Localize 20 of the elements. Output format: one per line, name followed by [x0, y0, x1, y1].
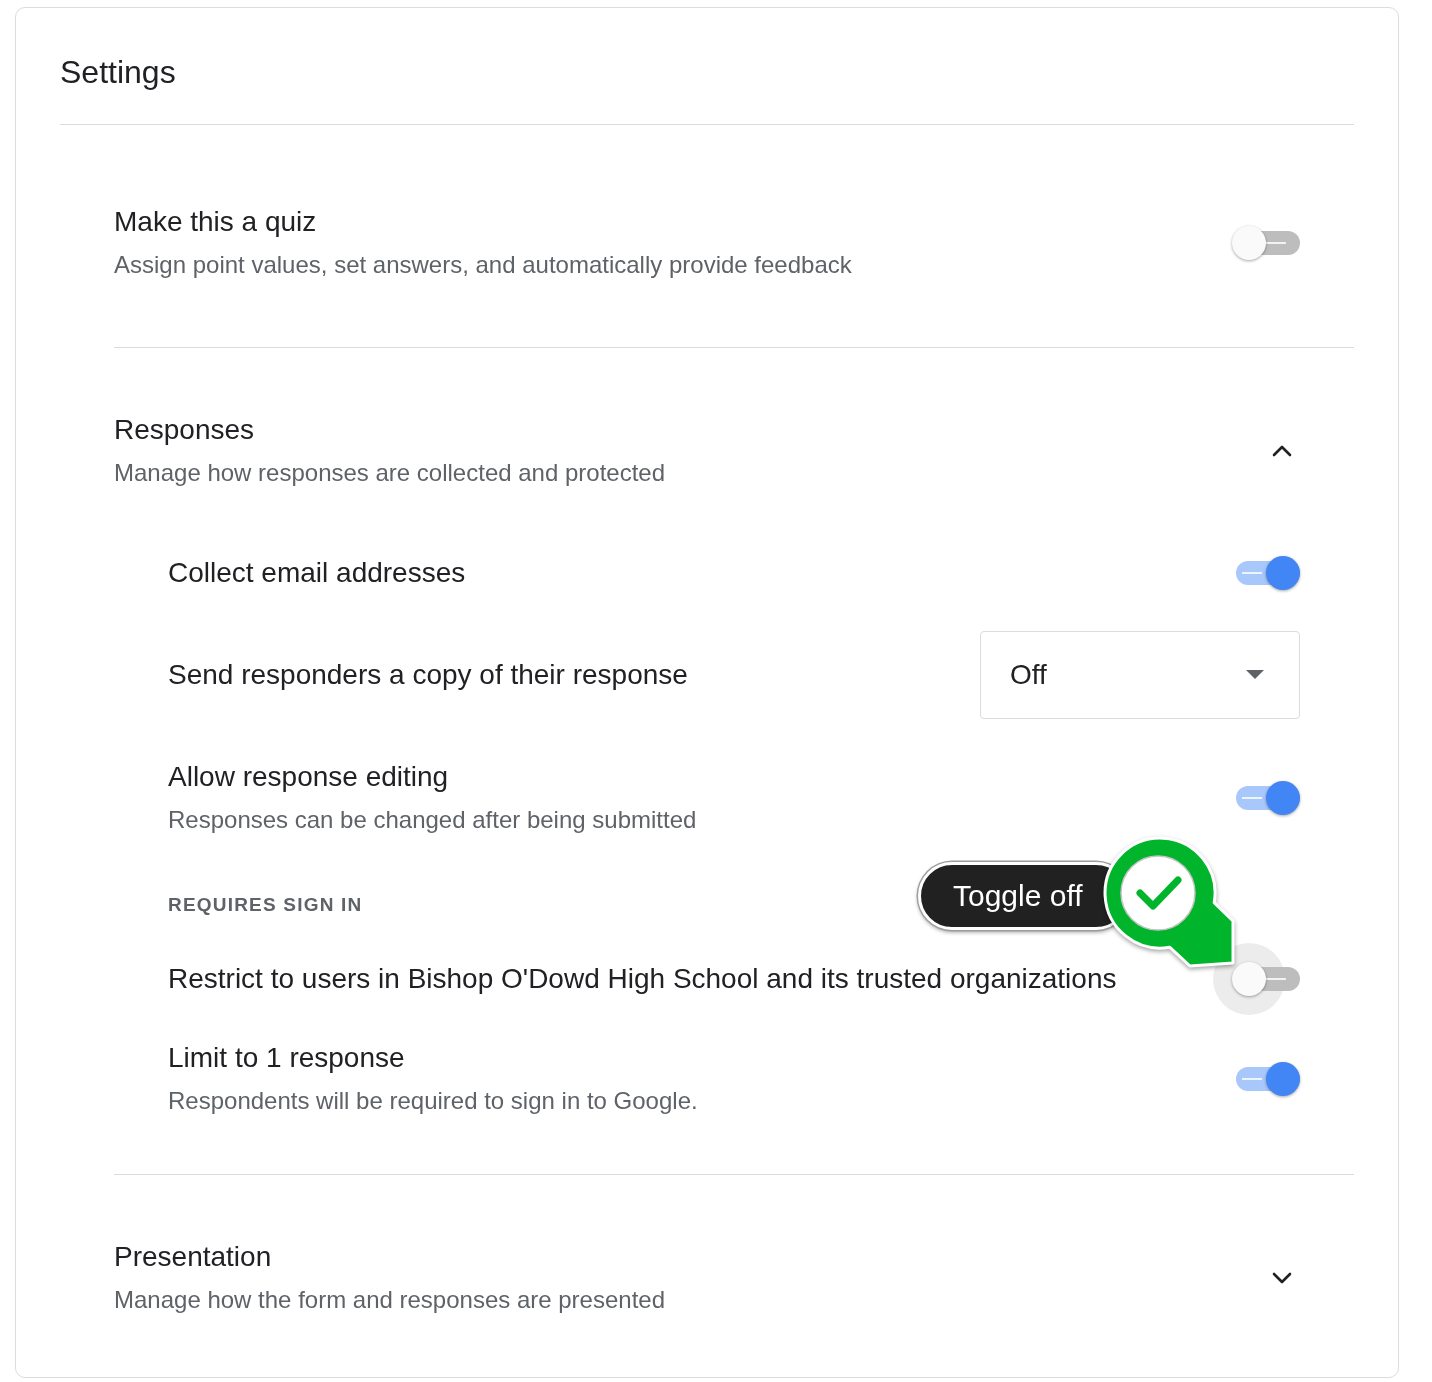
section-title: Presentation [114, 1241, 273, 1273]
toggle-switch[interactable] [1232, 224, 1300, 262]
chevron-up-icon[interactable] [1271, 444, 1293, 458]
section-description: Manage how the form and responses are presented [114, 1285, 665, 1315]
section-description: Manage how responses are collected and protected [114, 458, 665, 488]
setting-label: Limit to 1 response [168, 1041, 406, 1074]
chevron-down-icon[interactable] [1271, 1271, 1293, 1285]
setting-description: Respondents will be required to sign in to Google. [168, 1085, 698, 1116]
section-title: Make this a quiz [114, 206, 318, 238]
setting-label: Collect email addresses [168, 556, 466, 589]
page-title: Settings [60, 54, 176, 90]
section-description: Assign point values, set answers, and automatically provide feedback [114, 250, 852, 280]
setting-description: Responses can be changed after being submitted [168, 804, 697, 835]
setting-label: Send responders a copy of their response [168, 658, 688, 691]
setting-label: Restrict to users in Bishop O'Dowd High School and its trusted organizations [168, 962, 1117, 995]
caret-down-icon [1246, 670, 1264, 679]
section-title: Responses [114, 414, 256, 446]
dropdown-select[interactable]: Off [980, 630, 1300, 719]
group-heading: REQUIRES SIGN IN [168, 893, 363, 917]
setting-label: Allow response editing [168, 760, 450, 793]
